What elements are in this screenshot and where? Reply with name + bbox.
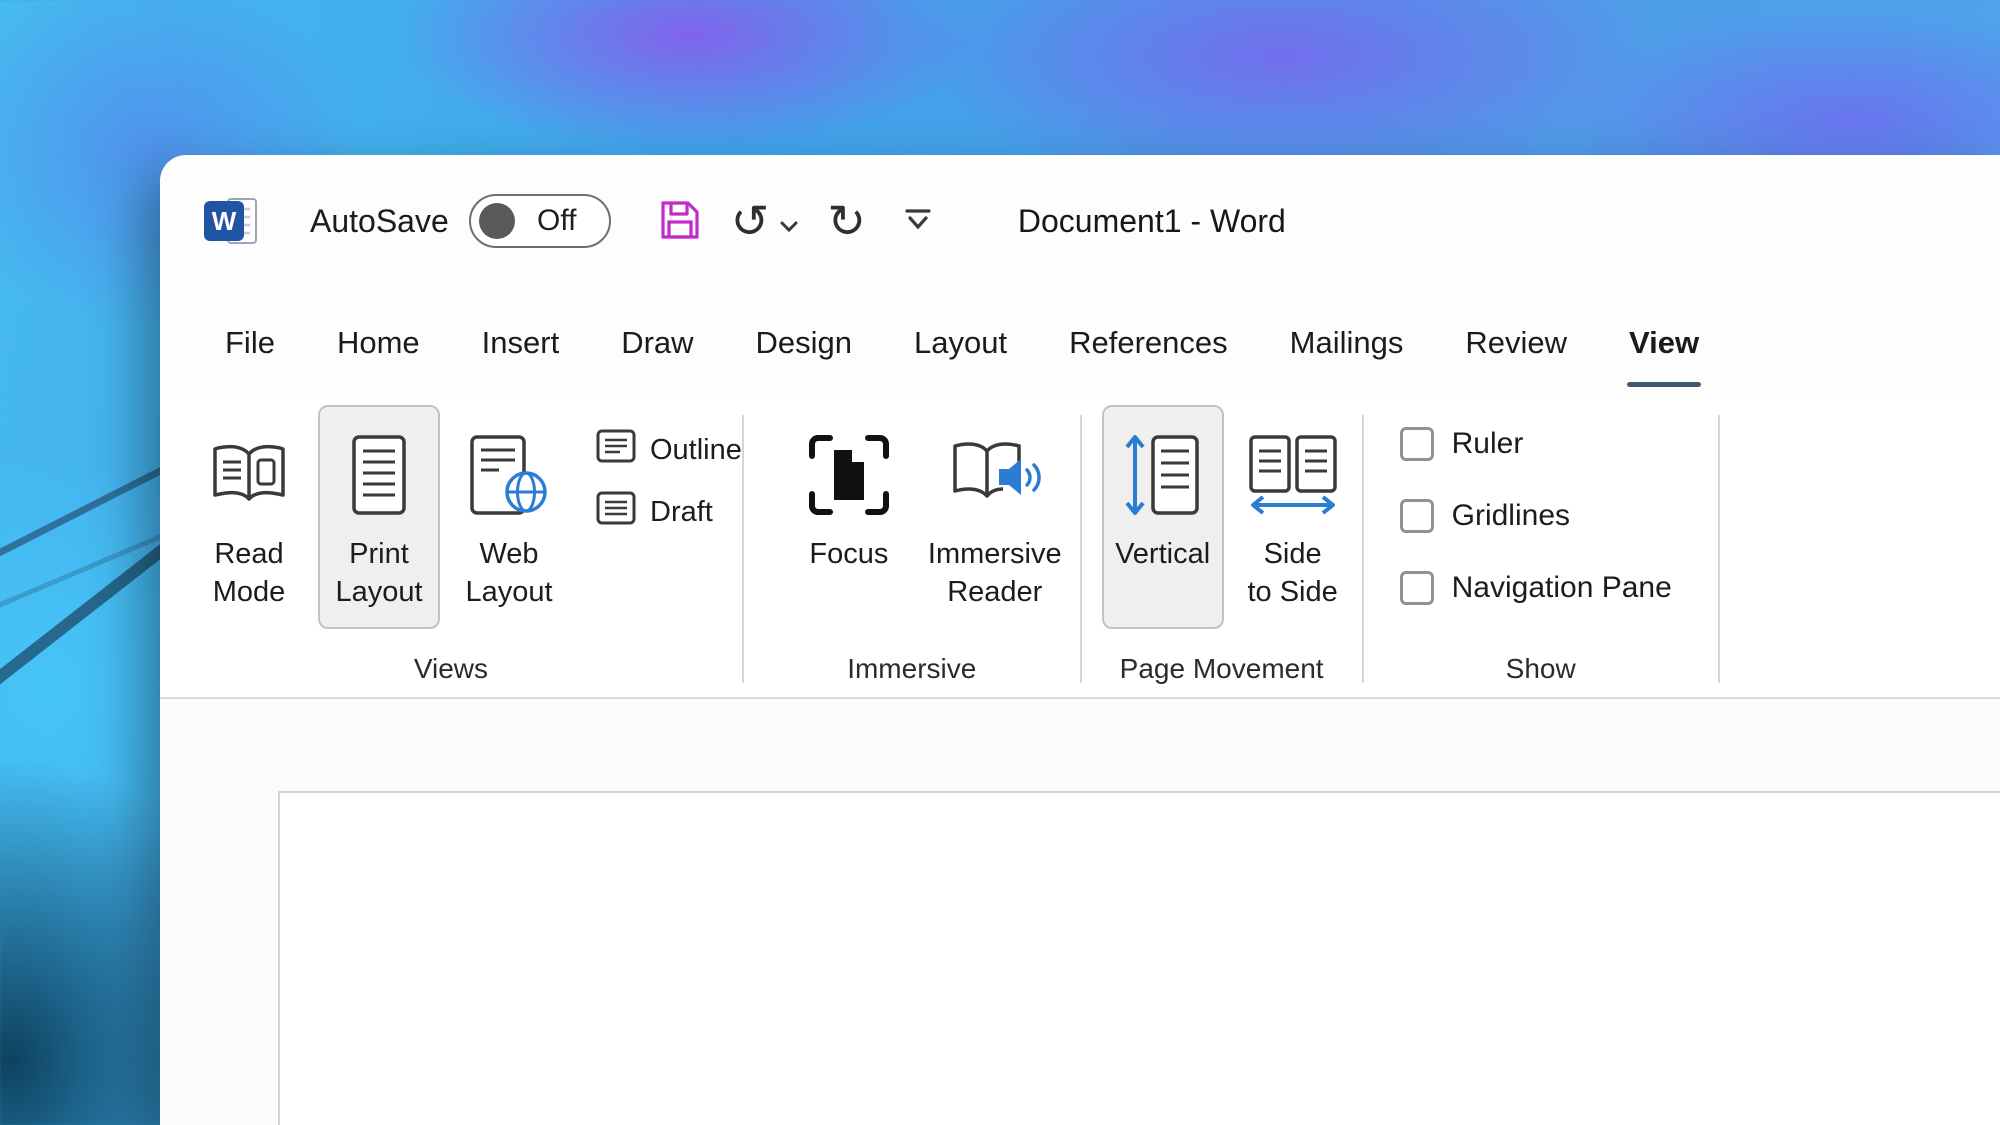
print-layout-icon <box>350 415 408 535</box>
redo-icon: ↻ <box>827 198 866 244</box>
navigation-pane-label: Navigation Pane <box>1452 571 1672 605</box>
gridlines-checkbox[interactable] <box>1400 499 1434 533</box>
focus-label: Focus <box>809 535 888 573</box>
redo-button[interactable]: ↻ <box>827 198 866 244</box>
focus-button[interactable]: Focus <box>788 405 910 629</box>
save-icon <box>657 197 703 246</box>
outline-label: Outline <box>650 434 742 467</box>
print-layout-button[interactable]: Print Layout <box>318 405 440 629</box>
views-group-label: Views <box>160 653 742 697</box>
side-to-side-icon <box>1245 415 1341 535</box>
document-area <box>160 699 2000 1125</box>
window-title: Document1 - Word <box>1018 203 1286 240</box>
save-button[interactable] <box>657 197 703 246</box>
customize-qat-icon <box>902 207 934 236</box>
tab-layout[interactable]: Layout <box>914 287 1007 399</box>
autosave-label: AutoSave <box>310 203 449 240</box>
titlebar: W AutoSave Off ↺ <box>160 155 2000 287</box>
undo-dropdown-icon[interactable] <box>779 221 799 236</box>
immersive-reader-icon <box>947 415 1043 535</box>
web-layout-label: Web Layout <box>465 535 552 612</box>
ribbon-group-show: Ruler Gridlines Navigation Pane Show <box>1364 399 1718 697</box>
vertical-label: Vertical <box>1115 535 1210 573</box>
read-mode-label: Read Mode <box>213 535 286 612</box>
tab-mailings[interactable]: Mailings <box>1290 287 1404 399</box>
read-mode-icon <box>206 415 292 535</box>
side-to-side-label: Side to Side <box>1247 535 1337 612</box>
tab-references[interactable]: References <box>1069 287 1228 399</box>
ribbon-tab-bar: File Home Insert Draw Design Layout Refe… <box>160 287 2000 399</box>
outline-button[interactable]: Outline <box>596 429 742 471</box>
web-layout-button[interactable]: Web Layout <box>448 405 570 629</box>
word-window: W AutoSave Off ↺ <box>160 155 2000 1125</box>
draft-label: Draft <box>650 496 713 529</box>
ruler-label: Ruler <box>1452 427 1524 461</box>
outline-icon <box>596 429 636 471</box>
ruler-checkbox-row[interactable]: Ruler <box>1400 427 1672 461</box>
autosave-state-label: Off <box>537 204 586 238</box>
immersive-group-label: Immersive <box>744 653 1080 697</box>
ribbon-group-page-movement: Vertical Side to S <box>1082 399 1362 697</box>
ribbon-group-views: Read Mode Print Layout <box>160 399 742 697</box>
vertical-icon <box>1123 415 1203 535</box>
autosave-toggle-knob <box>479 203 515 239</box>
ribbon-group-immersive: Focus Immersive Reader <box>744 399 1080 697</box>
svg-text:W: W <box>212 206 237 236</box>
autosave-toggle[interactable]: Off <box>469 194 611 248</box>
read-mode-button[interactable]: Read Mode <box>188 405 310 629</box>
navigation-pane-checkbox-row[interactable]: Navigation Pane <box>1400 571 1672 605</box>
ribbon: Read Mode Print Layout <box>160 399 2000 699</box>
show-group-label: Show <box>1364 653 1718 697</box>
page-movement-group-label: Page Movement <box>1082 653 1362 697</box>
tab-home[interactable]: Home <box>337 287 420 399</box>
undo-icon: ↺ <box>731 198 770 244</box>
tab-file[interactable]: File <box>225 287 275 399</box>
document-page[interactable] <box>278 791 2000 1125</box>
immersive-reader-button[interactable]: Immersive Reader <box>918 405 1072 629</box>
draft-button[interactable]: Draft <box>596 491 742 533</box>
tab-view[interactable]: View <box>1629 287 1699 399</box>
web-layout-icon <box>469 415 549 535</box>
tab-design[interactable]: Design <box>756 287 853 399</box>
tab-draw[interactable]: Draw <box>621 287 693 399</box>
draft-icon <box>596 491 636 533</box>
gridlines-checkbox-row[interactable]: Gridlines <box>1400 499 1672 533</box>
undo-button[interactable]: ↺ <box>731 198 800 244</box>
gridlines-label: Gridlines <box>1452 499 1570 533</box>
focus-icon <box>806 415 892 535</box>
customize-quick-access-toolbar-button[interactable] <box>902 207 934 236</box>
print-layout-label: Print Layout <box>335 535 422 612</box>
immersive-reader-label: Immersive Reader <box>928 535 1062 612</box>
tab-insert[interactable]: Insert <box>482 287 560 399</box>
side-to-side-button[interactable]: Side to Side <box>1232 405 1354 629</box>
vertical-button[interactable]: Vertical <box>1102 405 1224 629</box>
navigation-pane-checkbox[interactable] <box>1400 571 1434 605</box>
tab-review[interactable]: Review <box>1465 287 1567 399</box>
ruler-checkbox[interactable] <box>1400 427 1434 461</box>
group-separator <box>1718 415 1720 683</box>
word-app-icon: W <box>204 197 258 245</box>
